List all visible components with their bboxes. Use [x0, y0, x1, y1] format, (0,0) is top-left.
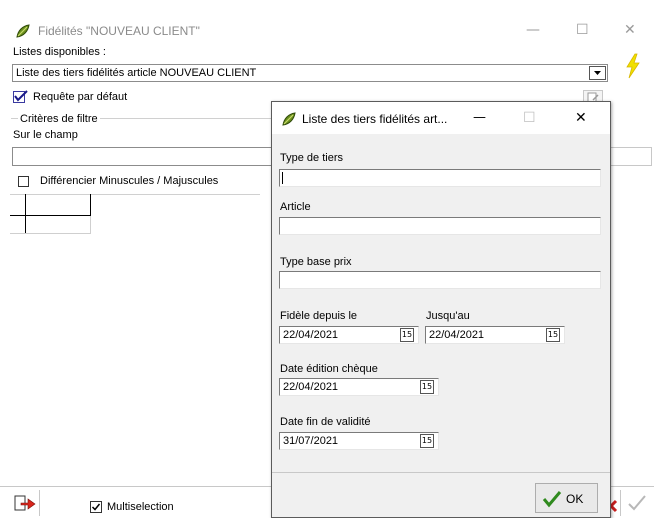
calendar-icon[interactable]: 15 — [546, 328, 560, 342]
ok-button[interactable]: OK — [535, 483, 598, 513]
grid-hline-mid — [10, 215, 90, 216]
default-query-label: Requête par défaut — [33, 91, 128, 103]
chevron-down-icon — [594, 71, 601, 75]
filter-group-label: Critères de filtre — [18, 113, 100, 125]
grid-hline-bottom — [10, 233, 90, 234]
dialog-maximize-button[interactable]: ☐ — [523, 110, 536, 126]
export-button[interactable] — [10, 490, 40, 516]
grid-vline3 — [90, 216, 91, 234]
date-fin-label: Date fin de validité — [280, 416, 371, 428]
main-title-bar: Fidélités "NOUVEAU CLIENT" — ☐ ✕ — [0, 0, 654, 42]
type-tiers-label: Type de tiers — [280, 152, 343, 164]
type-base-prix-input[interactable] — [279, 271, 601, 289]
dialog-bottom-separator — [272, 472, 610, 473]
lightning-icon[interactable] — [624, 53, 642, 79]
calendar-icon[interactable]: 15 — [420, 434, 434, 448]
grid-vline — [25, 194, 26, 234]
type-base-prix-label: Type base prix — [280, 256, 352, 268]
main-close-button[interactable]: ✕ — [624, 22, 636, 38]
dialog-minimize-button[interactable]: — — [473, 110, 486, 125]
check-icon — [628, 495, 646, 511]
jusquau-label: Jusqu'au — [426, 310, 470, 322]
calendar-icon[interactable]: 15 — [400, 328, 414, 342]
dialog-title-bar: Liste des tiers fidélités art... — ☐ ✕ — [272, 102, 610, 134]
ok-button-label: OK — [566, 492, 584, 506]
main-validate-button[interactable] — [620, 490, 652, 516]
multiselection-label: Multiselection — [107, 501, 174, 513]
date-edition-value: 22/04/2021 — [283, 381, 339, 393]
date-fin-value: 31/07/2021 — [283, 435, 339, 447]
check-icon — [542, 491, 562, 508]
leaf-icon — [16, 24, 30, 38]
field-combobox[interactable] — [12, 147, 274, 166]
fidele-date-input[interactable]: 22/04/2021 15 — [279, 326, 419, 344]
date-fin-input[interactable]: 31/07/2021 15 — [279, 432, 439, 450]
main-window-title: Fidélités "NOUVEAU CLIENT" — [38, 24, 200, 38]
fidele-label: Fidèle depuis le — [280, 310, 358, 322]
article-input[interactable] — [279, 217, 601, 235]
type-tiers-caret — [282, 172, 283, 184]
field-label: Sur le champ — [13, 129, 78, 141]
article-label: Article — [280, 201, 311, 213]
lists-combobox[interactable]: Liste des tiers fidélités article NOUVEA… — [12, 64, 608, 82]
jusquau-date-value: 22/04/2021 — [429, 329, 485, 341]
grid-vline2 — [90, 194, 91, 216]
fidele-date-value: 22/04/2021 — [283, 329, 339, 341]
calendar-icon[interactable]: 15 — [420, 380, 434, 394]
results-grid[interactable] — [10, 194, 272, 484]
export-arrow-icon — [14, 495, 36, 511]
dialog-close-button[interactable]: ✕ — [575, 110, 587, 126]
filter-dialog: Liste des tiers fidélités art... — ☐ ✕ T… — [271, 101, 611, 518]
lists-combobox-value: Liste des tiers fidélités article NOUVEA… — [16, 67, 257, 79]
lists-label: Listes disponibles : — [13, 46, 106, 58]
case-sensitive-label: Différencier Minuscules / Majuscules — [40, 175, 219, 187]
date-edition-input[interactable]: 22/04/2021 15 — [279, 378, 439, 396]
leaf-icon — [282, 112, 296, 126]
date-edition-label: Date édition chèque — [280, 363, 378, 375]
multiselection-checkbox[interactable] — [90, 501, 102, 513]
dialog-title: Liste des tiers fidélités art... — [302, 112, 448, 126]
lists-combobox-arrow[interactable] — [589, 66, 606, 80]
main-maximize-button[interactable]: ☐ — [576, 22, 589, 38]
default-query-checkbox[interactable] — [13, 90, 28, 103]
grid-hline-top — [10, 194, 260, 195]
main-minimize-button[interactable]: — — [526, 22, 540, 38]
jusquau-date-input[interactable]: 22/04/2021 15 — [425, 326, 565, 344]
case-sensitive-checkbox[interactable] — [18, 176, 29, 187]
type-tiers-input[interactable] — [279, 169, 601, 187]
